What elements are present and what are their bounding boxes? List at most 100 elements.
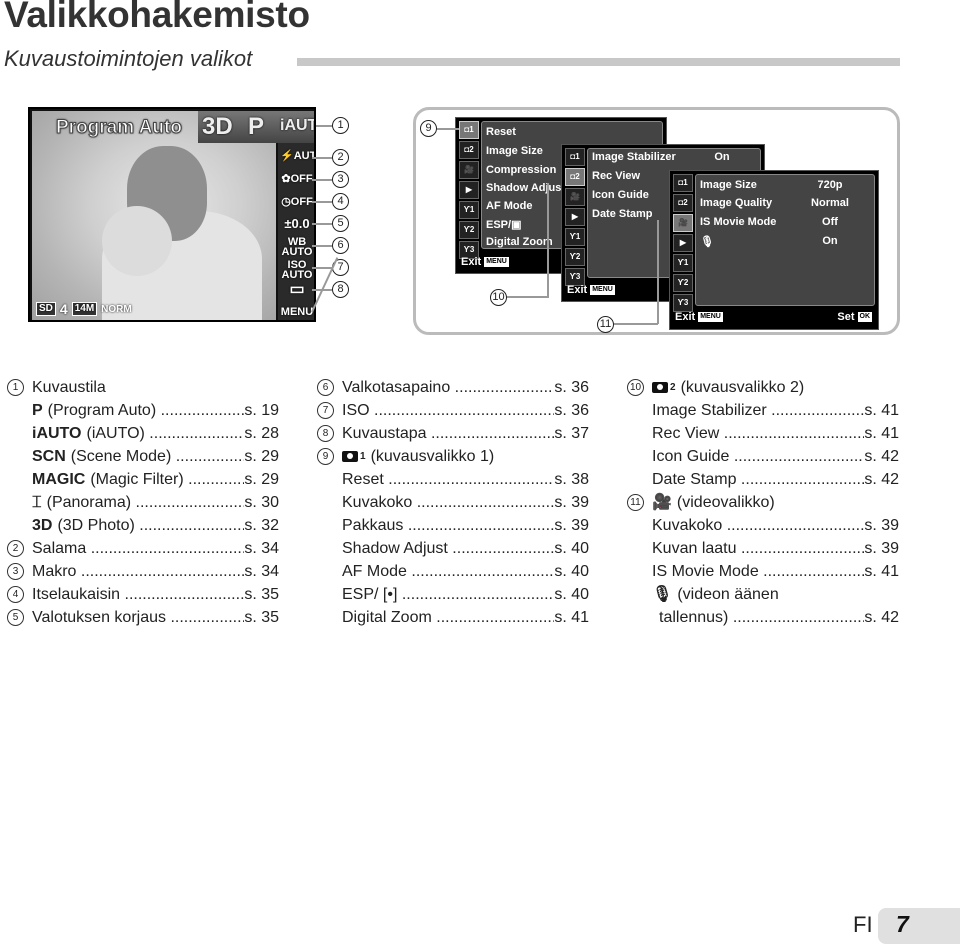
page-reference[interactable]: s. 36 <box>554 399 589 422</box>
tab-playback[interactable]: ▶ <box>565 208 585 226</box>
iso-icon[interactable]: ISO AUTO <box>280 260 314 281</box>
flash-icon[interactable]: ⚡AUTO <box>280 151 314 162</box>
callout-10: 10 <box>490 289 507 306</box>
entry-label: (Magic Filter) <box>90 468 244 491</box>
page-reference[interactable]: s. 35 <box>244 583 279 606</box>
shooting-mode-title: Program Auto <box>56 117 183 139</box>
entry-label: tallennus) <box>659 606 864 629</box>
tab-setup-3[interactable]: ϒ3 <box>673 294 693 312</box>
menu-item-rec-view[interactable]: Rec View <box>592 170 640 182</box>
index-column-3: 102(kuvausvalikko 2)Image Stabilizers. 4… <box>627 376 899 629</box>
tab-setup-2[interactable]: ϒ2 <box>459 221 479 239</box>
drive-mode-icon[interactable]: ▭ <box>280 282 314 298</box>
page-reference[interactable]: s. 40 <box>554 537 589 560</box>
menu-item-shadow-adjust[interactable]: Shadow Adjust <box>486 182 565 194</box>
page-reference[interactable]: s. 42 <box>864 468 899 491</box>
exit-button[interactable]: Exit MENU <box>567 284 615 296</box>
menu-item-image-size[interactable]: Image Size <box>700 179 757 191</box>
index-entry: SCN (Scene Mode)s. 29 <box>32 445 279 468</box>
callout-5: 5 <box>332 215 349 232</box>
page-number: 7 <box>896 911 909 937</box>
page-reference[interactable]: s. 41 <box>864 422 899 445</box>
menu-item-date-stamp[interactable]: Date Stamp <box>592 208 653 220</box>
menu-item-is-movie-mode[interactable]: IS Movie Mode <box>700 216 776 228</box>
mode-symbol-icon: 3D <box>32 517 53 534</box>
page-reference[interactable]: s. 42 <box>864 445 899 468</box>
index-entry: ESP/ [•]s. 40 <box>342 583 589 606</box>
page-reference[interactable]: s. 40 <box>554 583 589 606</box>
page-reference[interactable]: s. 34 <box>244 560 279 583</box>
entry-label: Icon Guide <box>652 445 864 468</box>
tab-playback[interactable]: ▶ <box>459 181 479 199</box>
exit-label: Exit <box>461 256 482 268</box>
page-reference[interactable]: s. 32 <box>244 514 279 537</box>
entry-label: (videon äänen <box>677 586 779 603</box>
tab-shooting-1[interactable]: ◘1 <box>673 174 693 192</box>
mode-3d-icon[interactable]: 3D <box>202 113 233 141</box>
page-reference[interactable]: s. 34 <box>244 537 279 560</box>
menu-item-icon-guide[interactable]: Icon Guide <box>592 189 649 201</box>
menu-item-reset[interactable]: Reset <box>486 126 516 138</box>
page-reference[interactable]: s. 29 <box>244 445 279 468</box>
mode-iauto-icon[interactable]: iAUTO <box>280 117 314 135</box>
page-reference[interactable]: s. 29 <box>244 468 279 491</box>
menu-item-image-quality[interactable]: Image Quality <box>700 197 772 209</box>
page-reference[interactable]: s. 19 <box>244 399 279 422</box>
page-reference[interactable]: s. 38 <box>554 468 589 491</box>
exit-button[interactable]: Exit MENU <box>675 311 723 323</box>
menu-item-af-mode[interactable]: AF Mode <box>486 200 532 212</box>
tab-movie[interactable]: 🎥 <box>565 188 585 206</box>
entry-label: Digital Zoom <box>342 606 554 629</box>
photo-baby-head <box>102 206 172 276</box>
tab-setup-1[interactable]: ϒ1 <box>565 228 585 246</box>
white-balance-icon[interactable]: WB AUTO <box>280 237 314 258</box>
tab-shooting-2[interactable]: ◘2 <box>459 141 479 159</box>
entry-label: Valkotasapaino <box>342 376 554 399</box>
page-reference[interactable]: s. 30 <box>244 491 279 514</box>
macro-icon[interactable]: ✿OFF <box>280 174 314 185</box>
tab-shooting-2[interactable]: ◘2 <box>673 194 693 212</box>
set-button[interactable]: Set OK <box>837 311 872 323</box>
index-entry: iAUTO(iAUTO)s. 28 <box>32 422 279 445</box>
tab-shooting-1[interactable]: ◘1 <box>565 148 585 166</box>
menu-item-image-size[interactable]: Image Size <box>486 145 543 157</box>
exposure-comp-icon[interactable]: ±0.0 <box>280 217 314 230</box>
tab-setup-1[interactable]: ϒ1 <box>673 254 693 272</box>
page-reference[interactable]: s. 39 <box>864 514 899 537</box>
mode-symbol-icon: SCN <box>32 448 66 465</box>
tab-setup-2[interactable]: ϒ2 <box>673 274 693 292</box>
microphone-icon[interactable]: 🎙 <box>700 235 714 248</box>
page-reference[interactable]: s. 28 <box>244 422 279 445</box>
menu-icon[interactable]: MENU <box>280 307 314 318</box>
tab-movie[interactable]: 🎥 <box>673 214 693 232</box>
menu-value-image-size: 720p <box>817 179 843 191</box>
page-reference[interactable]: s. 40 <box>554 560 589 583</box>
page-reference[interactable]: s. 37 <box>554 422 589 445</box>
tab-setup-2[interactable]: ϒ2 <box>565 248 585 266</box>
page-reference[interactable]: s. 39 <box>864 537 899 560</box>
tab-shooting-2[interactable]: ◘2 <box>565 168 585 186</box>
page-reference[interactable]: s. 36 <box>554 376 589 399</box>
tab-movie[interactable]: 🎥 <box>459 161 479 179</box>
index-entry: 8 Kuvaustapas. 37 <box>317 422 589 445</box>
menu-item-esp[interactable]: ESP/▣ <box>486 218 521 231</box>
set-label: Set <box>837 311 855 323</box>
callout-number: 5 <box>7 609 24 626</box>
tab-playback[interactable]: ▶ <box>673 234 693 252</box>
menu-item-image-stabilizer[interactable]: Image Stabilizer <box>592 151 676 163</box>
menu-item-digital-zoom[interactable]: Digital Zoom <box>486 236 553 248</box>
page-reference[interactable]: s. 35 <box>244 606 279 629</box>
mode-p-icon[interactable]: P <box>248 113 264 141</box>
self-timer-icon[interactable]: ◷OFF <box>280 197 314 208</box>
exit-button[interactable]: Exit MENU <box>461 256 509 268</box>
page-reference[interactable]: s. 41 <box>554 606 589 629</box>
menu-item-compression[interactable]: Compression <box>486 164 556 176</box>
tab-shooting-1[interactable]: ◘1 <box>459 121 479 139</box>
page-reference[interactable]: s. 41 <box>864 399 899 422</box>
page-reference[interactable]: s. 39 <box>554 491 589 514</box>
page-reference[interactable]: s. 42 <box>864 606 899 629</box>
mode-symbol-icon: ⌶ <box>32 494 42 511</box>
page-reference[interactable]: s. 39 <box>554 514 589 537</box>
page-reference[interactable]: s. 41 <box>864 560 899 583</box>
tab-setup-1[interactable]: ϒ1 <box>459 201 479 219</box>
